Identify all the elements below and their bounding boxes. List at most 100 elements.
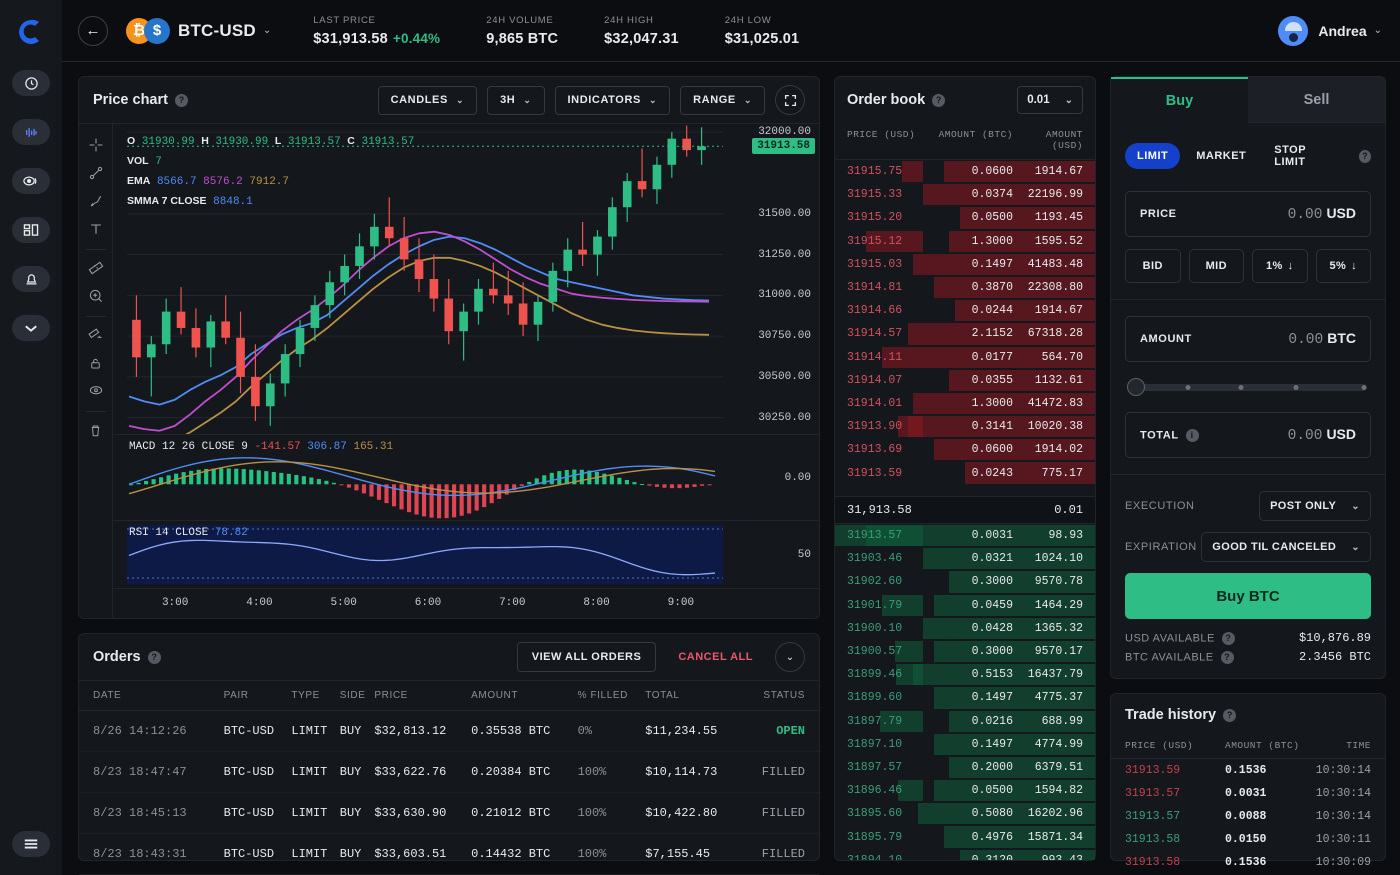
bid-button[interactable]: BID	[1125, 249, 1181, 283]
range-button[interactable]: RANGE⌄	[680, 86, 765, 115]
order-book-row[interactable]: 31901.790.04591464.29	[835, 594, 1095, 617]
total-input[interactable]: TOTALi 0.00USD	[1125, 412, 1371, 458]
order-book-row[interactable]: 31914.110.0177564.70	[835, 346, 1095, 369]
orders-column-header: STATUS	[742, 681, 819, 711]
amount-slider[interactable]	[1127, 376, 1369, 398]
sidebar-item-clock[interactable]	[12, 70, 50, 96]
menu-icon[interactable]	[12, 831, 50, 857]
order-type-stop-limit[interactable]: STOP LIMIT	[1262, 137, 1348, 175]
one-percent-button[interactable]: 1%↓	[1252, 249, 1308, 283]
sidebar-item-toggle[interactable]	[12, 168, 50, 194]
order-book-row[interactable]: 31897.100.14974774.99	[835, 733, 1095, 756]
table-cell: 0%	[578, 711, 646, 752]
order-book-row[interactable]: 31913.900.314110020.38	[835, 415, 1095, 438]
fullscreen-button[interactable]	[775, 85, 805, 115]
collapse-orders-button[interactable]: ⌄	[775, 642, 805, 672]
order-book-row[interactable]: 31899.600.14974775.37	[835, 686, 1095, 709]
mid-button[interactable]: MID	[1189, 249, 1245, 283]
magnet-icon[interactable]	[83, 322, 109, 348]
order-book-row[interactable]: 31913.590.0243775.17	[835, 461, 1095, 484]
sidebar-item-chart[interactable]	[12, 119, 50, 145]
chart-type-button[interactable]: CANDLES⌄	[378, 86, 478, 115]
brand-logo-icon[interactable]	[13, 14, 49, 50]
sidebar-item-alerts[interactable]	[12, 266, 50, 292]
order-book-row[interactable]: 31899.460.515316437.79	[835, 663, 1095, 686]
bid-rows: 31913.570.003198.9331903.460.03211024.10…	[835, 524, 1095, 860]
tab-sell[interactable]: Sell	[1248, 77, 1385, 123]
indicators-button[interactable]: INDICATORS⌄	[555, 86, 671, 115]
interval-button[interactable]: 3H⌄	[487, 86, 544, 115]
order-book-row[interactable]: 31914.810.387022308.80	[835, 276, 1095, 299]
order-book-row[interactable]: 31915.750.06001914.67	[835, 160, 1095, 183]
order-book-row[interactable]: 31896.460.05001594.82	[835, 779, 1095, 802]
user-menu[interactable]: Andrea ⌄	[1278, 16, 1382, 46]
order-type-market[interactable]: MARKET	[1184, 143, 1258, 169]
order-book-row[interactable]: 31914.070.03551132.61	[835, 369, 1095, 392]
order-book-row[interactable]: 31900.100.04281365.32	[835, 617, 1095, 640]
order-book-row[interactable]: 31902.600.30009570.78	[835, 570, 1095, 593]
table-row[interactable]: 8/23 18:45:13BTC-USDLIMITBUY$33,630.900.…	[79, 793, 819, 834]
order-book-row[interactable]: 31903.460.03211024.10	[835, 547, 1095, 570]
order-book-row[interactable]: 31913.690.06001914.02	[835, 438, 1095, 461]
grouping-select[interactable]: 0.01⌄	[1017, 86, 1083, 114]
order-amount-usd: 9570.78	[1013, 575, 1083, 588]
order-book-row[interactable]: 31915.200.05001193.45	[835, 206, 1095, 229]
trade-price: 31913.58	[1125, 856, 1211, 869]
order-book-row[interactable]: 31915.121.30001595.52	[835, 230, 1095, 253]
chart-canvas-area[interactable]: O 31930.99 H 31930.99 L 31913.57 C 31913…	[113, 124, 819, 618]
trash-icon[interactable]	[83, 417, 109, 443]
help-icon[interactable]: ?	[932, 94, 945, 107]
order-book-row[interactable]: 31897.790.0216688.99	[835, 710, 1095, 733]
table-row[interactable]: 8/23 18:47:47BTC-USDLIMITBUY$33,622.760.…	[79, 752, 819, 793]
submit-buy-button[interactable]: Buy BTC	[1125, 573, 1371, 619]
candlestick-pane[interactable]: O 31930.99 H 31930.99 L 31913.57 C 31913…	[113, 124, 819, 434]
cancel-all-button[interactable]: CANCEL ALL	[666, 642, 765, 672]
mid-label: MID	[1206, 260, 1227, 272]
order-book-row[interactable]: 31914.660.02441914.67	[835, 299, 1095, 322]
sidebar-item-more[interactable]	[12, 315, 50, 341]
slider-handle[interactable]	[1127, 378, 1145, 396]
help-icon[interactable]: ?	[175, 94, 188, 107]
order-book-row[interactable]: 31913.570.003198.93	[835, 524, 1095, 547]
five-percent-label: 5%	[1329, 260, 1346, 272]
crosshair-icon[interactable]	[83, 132, 109, 158]
eye-icon[interactable]	[83, 378, 109, 404]
info-icon[interactable]: i	[1186, 429, 1199, 442]
brush-icon[interactable]	[83, 188, 109, 214]
table-row[interactable]: 8/26 14:12:26BTC-USDLIMITBUY$32,813.120.…	[79, 711, 819, 752]
expiration-select[interactable]: GOOD TIL CANCELED⌄	[1201, 532, 1371, 562]
pair-selector[interactable]: ₿ $ BTC-USD ⌄	[126, 18, 271, 44]
help-icon[interactable]: ?	[1359, 150, 1371, 163]
five-percent-button[interactable]: 5%↓	[1316, 249, 1372, 283]
order-book-row[interactable]: 31895.600.508016202.96	[835, 802, 1095, 825]
price-input[interactable]: PRICE 0.00USD	[1125, 191, 1371, 237]
stat-label: 24H VOLUME	[486, 15, 558, 26]
back-button[interactable]: ←	[78, 16, 108, 46]
help-icon[interactable]: ?	[1222, 632, 1235, 645]
zoom-in-icon[interactable]	[83, 283, 109, 309]
order-book-row[interactable]: 31915.330.037422196.99	[835, 183, 1095, 206]
table-cell: LIMIT	[291, 834, 339, 875]
sidebar-item-dashboard[interactable]	[12, 217, 50, 243]
trend-line-icon[interactable]	[83, 160, 109, 186]
order-book-row[interactable]: 31915.030.149741483.48	[835, 253, 1095, 276]
price-tick-label: 30750.00	[758, 330, 811, 342]
lock-icon[interactable]	[83, 350, 109, 376]
order-book-row[interactable]: 31897.570.20006379.51	[835, 756, 1095, 779]
help-icon[interactable]: ?	[148, 651, 161, 664]
view-all-orders-button[interactable]: VIEW ALL ORDERS	[517, 642, 657, 672]
order-book-row[interactable]: 31914.572.115267318.28	[835, 322, 1095, 345]
ruler-icon[interactable]	[83, 255, 109, 281]
order-book-row[interactable]: 31900.570.30009570.17	[835, 640, 1095, 663]
table-row[interactable]: 8/23 18:43:31BTC-USDLIMITBUY$33,603.510.…	[79, 834, 819, 875]
order-book-row[interactable]: 31914.011.300041472.83	[835, 392, 1095, 415]
tab-buy[interactable]: Buy	[1111, 77, 1248, 123]
order-book-row[interactable]: 31894.100.3120993.43	[835, 849, 1095, 860]
execution-select[interactable]: POST ONLY⌄	[1259, 491, 1371, 521]
order-book-row[interactable]: 31895.790.497615871.34	[835, 825, 1095, 848]
help-icon[interactable]: ?	[1221, 651, 1234, 664]
help-icon[interactable]: ?	[1223, 709, 1236, 722]
text-icon[interactable]	[83, 216, 109, 242]
amount-input[interactable]: AMOUNT 0.00BTC	[1125, 316, 1371, 362]
order-type-limit[interactable]: LIMIT	[1125, 143, 1180, 169]
